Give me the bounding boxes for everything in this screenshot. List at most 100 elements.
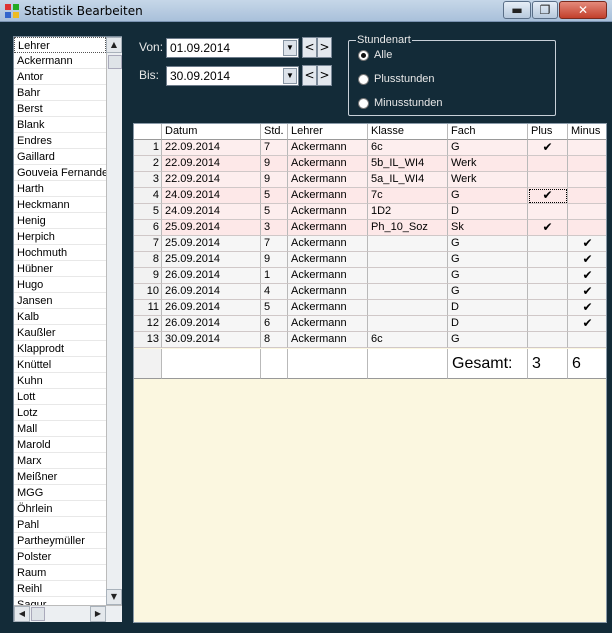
cell-minus[interactable]: ✔ bbox=[568, 268, 606, 284]
table-row[interactable]: 12 26.09.2014 6 Ackermann D ✔ bbox=[134, 316, 606, 332]
cell-datum[interactable]: 25.09.2014 bbox=[162, 252, 261, 268]
cell-minus[interactable] bbox=[568, 172, 606, 188]
cell-std[interactable]: 1 bbox=[261, 268, 288, 284]
cell-klasse[interactable] bbox=[368, 284, 448, 300]
table-row[interactable]: 5 24.09.2014 5 Ackermann 1D2 D bbox=[134, 204, 606, 220]
cell-plus[interactable]: ✔ bbox=[528, 140, 568, 156]
cell-minus[interactable]: ✔ bbox=[568, 252, 606, 268]
cell-datum[interactable]: 26.09.2014 bbox=[162, 268, 261, 284]
cell-std[interactable]: 9 bbox=[261, 156, 288, 172]
teacher-list-item[interactable]: Antor bbox=[14, 69, 106, 85]
cell-lehrer[interactable]: Ackermann bbox=[288, 220, 368, 236]
cell-std[interactable]: 8 bbox=[261, 332, 288, 348]
table-row[interactable]: 10 26.09.2014 4 Ackermann G ✔ bbox=[134, 284, 606, 300]
cell-plus[interactable] bbox=[528, 268, 568, 284]
cell-minus[interactable] bbox=[568, 204, 606, 220]
cell-plus[interactable] bbox=[528, 236, 568, 252]
cell-klasse[interactable] bbox=[368, 252, 448, 268]
cell-datum[interactable]: 26.09.2014 bbox=[162, 284, 261, 300]
cell-std[interactable]: 6 bbox=[261, 316, 288, 332]
cell-klasse[interactable]: Ph_10_Soz bbox=[368, 220, 448, 236]
col-header-lehrer[interactable]: Lehrer bbox=[288, 124, 368, 140]
cell-klasse[interactable]: 5b_IL_WI4 bbox=[368, 156, 448, 172]
cell-fach[interactable]: G bbox=[448, 268, 528, 284]
table-row[interactable]: 9 26.09.2014 1 Ackermann G ✔ bbox=[134, 268, 606, 284]
table-row[interactable]: 11 26.09.2014 5 Ackermann D ✔ bbox=[134, 300, 606, 316]
row-number[interactable]: 7 bbox=[134, 236, 162, 252]
table-row[interactable]: 6 25.09.2014 3 Ackermann Ph_10_Soz Sk ✔ bbox=[134, 220, 606, 236]
teacher-list-item[interactable]: Bahr bbox=[14, 85, 106, 101]
cell-datum[interactable]: 25.09.2014 bbox=[162, 236, 261, 252]
teacher-list-item[interactable]: Pahl bbox=[14, 517, 106, 533]
col-header-datum[interactable]: Datum bbox=[162, 124, 261, 140]
teacher-list-item[interactable]: Kaußler bbox=[14, 325, 106, 341]
cell-minus[interactable]: ✔ bbox=[568, 284, 606, 300]
from-date-field[interactable]: 01.09.2014 ▼ bbox=[166, 38, 299, 58]
teacher-list-item[interactable]: Jansen bbox=[14, 293, 106, 309]
cell-std[interactable]: 5 bbox=[261, 204, 288, 220]
cell-std[interactable]: 7 bbox=[261, 140, 288, 156]
cell-fach[interactable]: G bbox=[448, 140, 528, 156]
col-header-std[interactable]: Std. bbox=[261, 124, 288, 140]
table-row[interactable]: 3 22.09.2014 9 Ackermann 5a_IL_WI4 Werk bbox=[134, 172, 606, 188]
from-date-dropdown-icon[interactable]: ▼ bbox=[283, 40, 297, 56]
cell-lehrer[interactable]: Ackermann bbox=[288, 156, 368, 172]
cell-minus[interactable] bbox=[568, 156, 606, 172]
cell-lehrer[interactable]: Ackermann bbox=[288, 300, 368, 316]
row-number[interactable]: 1 bbox=[134, 140, 162, 156]
teacher-list-item[interactable]: Mall bbox=[14, 421, 106, 437]
cell-plus[interactable]: ✔ bbox=[528, 188, 568, 204]
cell-minus[interactable]: ✔ bbox=[568, 316, 606, 332]
cell-std[interactable]: 4 bbox=[261, 284, 288, 300]
cell-datum[interactable]: 22.09.2014 bbox=[162, 172, 261, 188]
teacher-list-item[interactable]: Herpich bbox=[14, 229, 106, 245]
radio-minusstunden-label[interactable]: Minusstunden bbox=[374, 97, 443, 109]
radio-minusstunden[interactable] bbox=[358, 98, 369, 109]
cell-lehrer[interactable]: Ackermann bbox=[288, 316, 368, 332]
row-number[interactable]: 6 bbox=[134, 220, 162, 236]
teacher-list[interactable]: Lehrer Ackermann Antor Bahr Berst Blank Endre… bbox=[13, 36, 122, 622]
teacher-list-item[interactable]: Polster bbox=[14, 549, 106, 565]
cell-datum[interactable]: 22.09.2014 bbox=[162, 156, 261, 172]
cell-fach[interactable]: Werk bbox=[448, 172, 528, 188]
scroll-left-button[interactable]: ◀ bbox=[14, 606, 30, 622]
cell-plus[interactable] bbox=[528, 316, 568, 332]
minimize-button[interactable]: ▬ bbox=[503, 1, 531, 19]
teacher-list-item[interactable]: Hugo bbox=[14, 277, 106, 293]
teacher-list-item[interactable]: Knüttel bbox=[14, 357, 106, 373]
cell-fach[interactable]: G bbox=[448, 284, 528, 300]
cell-lehrer[interactable]: Ackermann bbox=[288, 252, 368, 268]
to-date-dropdown-icon[interactable]: ▼ bbox=[283, 68, 297, 84]
scroll-right-button[interactable]: ▶ bbox=[90, 606, 106, 622]
cell-minus[interactable] bbox=[568, 332, 606, 348]
table-row[interactable]: 13 30.09.2014 8 Ackermann 6c G bbox=[134, 332, 606, 348]
cell-lehrer[interactable]: Ackermann bbox=[288, 284, 368, 300]
row-number[interactable]: 10 bbox=[134, 284, 162, 300]
cell-fach[interactable]: G bbox=[448, 188, 528, 204]
teacher-list-item[interactable]: Marx bbox=[14, 453, 106, 469]
teacher-list-item[interactable]: MGG bbox=[14, 485, 106, 501]
radio-alle[interactable] bbox=[358, 50, 369, 61]
cell-datum[interactable]: 25.09.2014 bbox=[162, 220, 261, 236]
cell-klasse[interactable]: 6c bbox=[368, 332, 448, 348]
teacher-list-item[interactable]: Harth bbox=[14, 181, 106, 197]
cell-datum[interactable]: 24.09.2014 bbox=[162, 188, 261, 204]
cell-klasse[interactable] bbox=[368, 316, 448, 332]
cell-datum[interactable]: 24.09.2014 bbox=[162, 204, 261, 220]
close-button[interactable]: ✕ bbox=[559, 1, 607, 19]
row-number[interactable]: 12 bbox=[134, 316, 162, 332]
teacher-list-item[interactable]: Henig bbox=[14, 213, 106, 229]
cell-std[interactable]: 5 bbox=[261, 188, 288, 204]
col-header-klasse[interactable]: Klasse bbox=[368, 124, 448, 140]
cell-datum[interactable]: 22.09.2014 bbox=[162, 140, 261, 156]
maximize-button[interactable]: ❐ bbox=[532, 1, 558, 19]
row-number[interactable]: 9 bbox=[134, 268, 162, 284]
cell-lehrer[interactable]: Ackermann bbox=[288, 236, 368, 252]
table-row[interactable]: 1 22.09.2014 7 Ackermann 6c G ✔ bbox=[134, 140, 606, 156]
table-row[interactable]: 4 24.09.2014 5 Ackermann 7c G ✔ bbox=[134, 188, 606, 204]
cell-minus[interactable] bbox=[568, 140, 606, 156]
cell-lehrer[interactable]: Ackermann bbox=[288, 268, 368, 284]
cell-minus[interactable]: ✔ bbox=[568, 236, 606, 252]
table-row[interactable]: 8 25.09.2014 9 Ackermann G ✔ bbox=[134, 252, 606, 268]
scroll-up-button[interactable]: ▲ bbox=[106, 37, 122, 53]
